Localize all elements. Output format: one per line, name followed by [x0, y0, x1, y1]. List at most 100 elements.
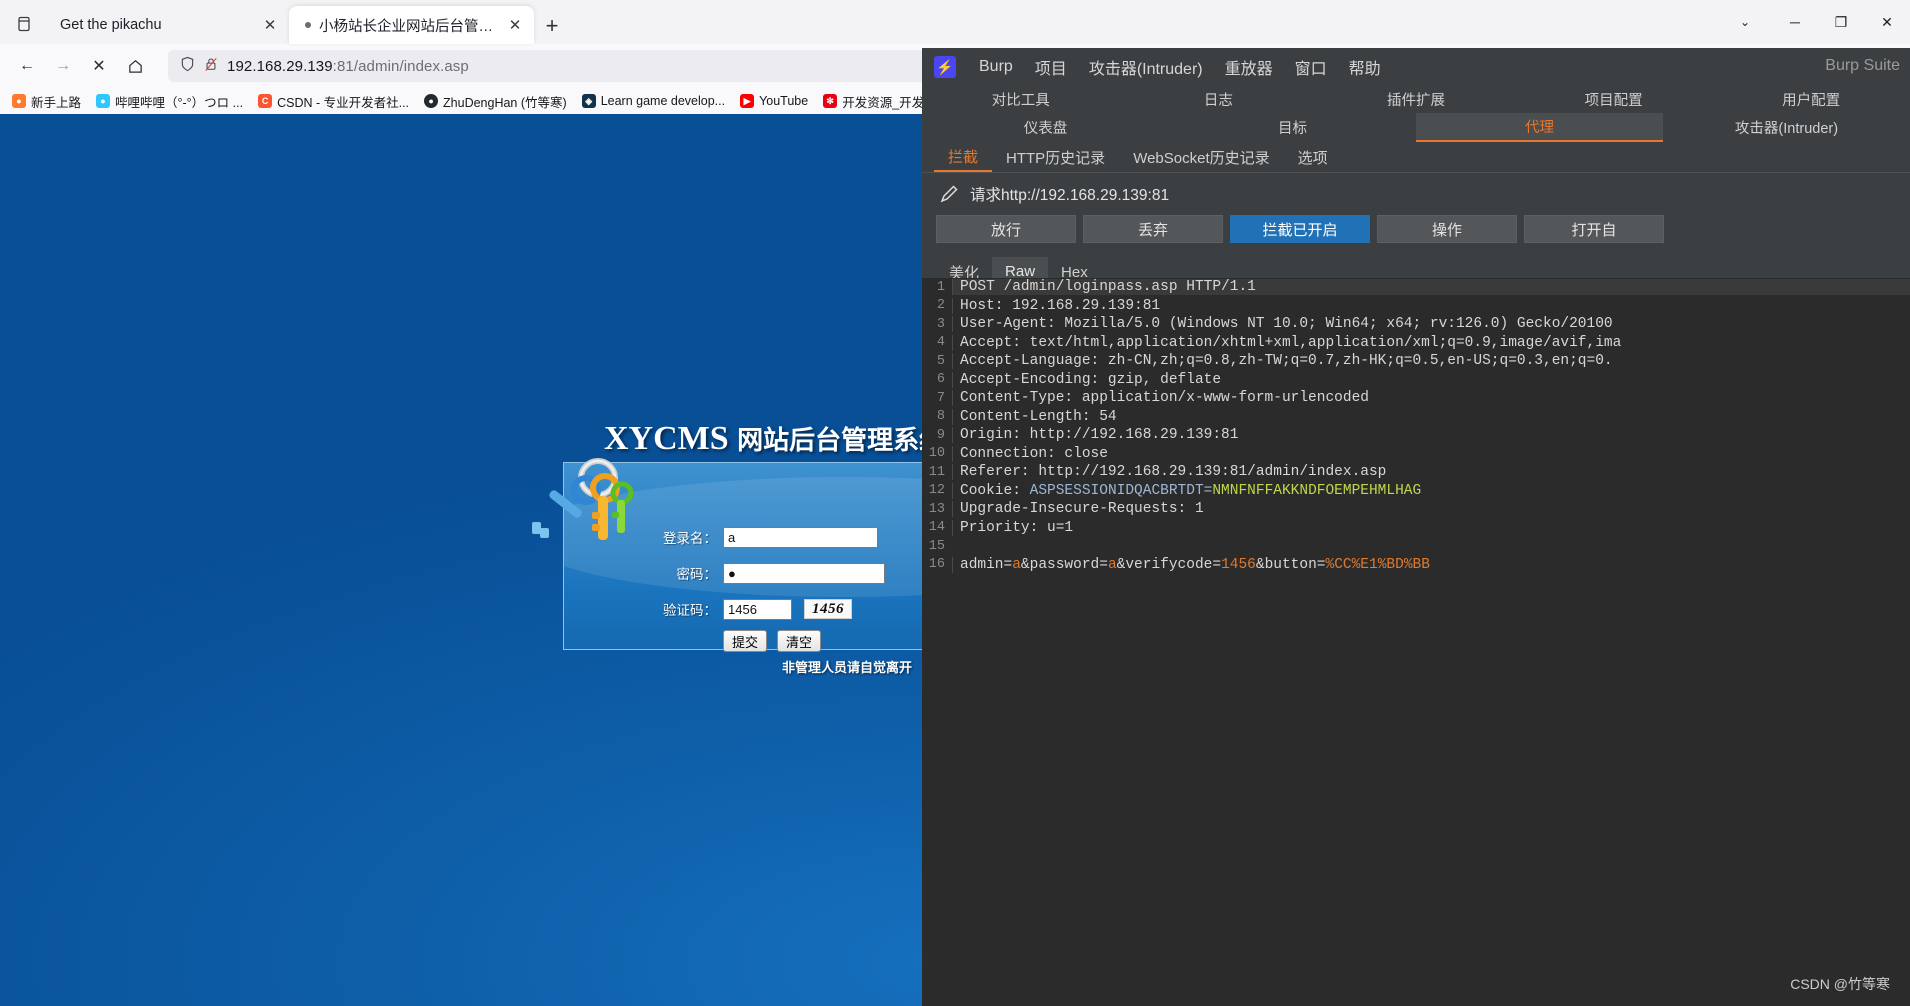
- shield-icon[interactable]: [180, 56, 195, 77]
- bookmark-item[interactable]: ◈ Learn game develop...: [576, 92, 731, 110]
- bookmark-favicon: ◈: [581, 94, 596, 108]
- bookmark-label: CSDN - 专业开发者社...: [277, 95, 410, 110]
- insecure-lock-icon[interactable]: [204, 56, 218, 77]
- subtab-http-history[interactable]: HTTP历史记录: [992, 142, 1119, 172]
- browser-tab-1[interactable]: Get the pikachu ✕: [44, 6, 289, 44]
- burp-logo-icon: ⚡: [934, 56, 956, 78]
- home-button[interactable]: [118, 49, 152, 83]
- request-line: 11 Referer: http://192.168.29.139:81/admi…: [922, 463, 1910, 482]
- close-window-button[interactable]: ✕: [1864, 0, 1910, 44]
- bookmark-item[interactable]: ✻ 开发资源_开发: [817, 90, 930, 113]
- captcha-image[interactable]: 1456: [804, 599, 852, 619]
- line-text: Content-Length: 54: [952, 408, 1910, 425]
- line-number: 11: [928, 464, 945, 480]
- menu-project[interactable]: 项目: [1024, 55, 1078, 79]
- request-line: 2 Host: 192.168.29.139:81: [922, 297, 1910, 316]
- open-browser-button[interactable]: 打开自: [1524, 215, 1664, 243]
- request-line: 13 Upgrade-Insecure-Requests: 1: [922, 500, 1910, 519]
- proxy-sub-tabs: 拦截 HTTP历史记录 WebSocket历史记录 选项: [922, 142, 1910, 173]
- drop-button[interactable]: 丢弃: [1083, 215, 1223, 243]
- close-icon[interactable]: ✕: [261, 16, 279, 34]
- line-text: Content-Type: application/x-www-form-url…: [952, 390, 1910, 407]
- bookmark-favicon: ✻: [823, 94, 838, 108]
- request-line: 15: [922, 537, 1910, 556]
- line-number: 12: [928, 483, 945, 499]
- request-line: 3 User-Agent: Mozilla/5.0 (Windows NT 10.…: [922, 315, 1910, 334]
- login-name-input[interactable]: a: [723, 526, 878, 548]
- tool-comparer[interactable]: 对比工具: [922, 89, 1120, 110]
- body-param-value: 1456: [1221, 556, 1256, 573]
- bookmark-favicon: ▶: [740, 94, 755, 108]
- tab-target[interactable]: 目标: [1169, 113, 1416, 142]
- menu-burp[interactable]: Burp: [968, 58, 1024, 76]
- login-name-label: 登录名：: [663, 531, 717, 546]
- subtab-intercept[interactable]: 拦截: [934, 142, 993, 172]
- line-number: 9: [936, 427, 945, 443]
- tab-strip: Get the pikachu ✕ 小杨站长企业网站后台管理系统 ✕ + ⌄ ─…: [0, 0, 1910, 44]
- back-button[interactable]: ←: [10, 49, 44, 83]
- tool-logger[interactable]: 日志: [1120, 89, 1318, 110]
- password-input[interactable]: ●: [723, 562, 885, 584]
- request-line: 5 Accept-Language: zh-CN,zh;q=0.8,zh-TW;q…: [922, 352, 1910, 371]
- verifycode-row: 验证码： 1456 1456: [655, 594, 885, 624]
- line-number: 8: [936, 409, 945, 425]
- line-number: 4: [936, 335, 945, 351]
- bookmark-item[interactable]: ● ZhuDengHan (竹等寒): [418, 90, 573, 113]
- bookmark-favicon: ●: [96, 94, 111, 108]
- tab-proxy[interactable]: 代理: [1416, 113, 1663, 142]
- browser-tab-2[interactable]: 小杨站长企业网站后台管理系统 ✕: [289, 6, 534, 44]
- request-editor[interactable]: 1 POST /admin/loginpass.asp HTTP/1.1 2 Hos…: [922, 278, 1910, 828]
- forward-button[interactable]: 放行: [936, 215, 1076, 243]
- line-number: 5: [936, 353, 945, 369]
- tool-user-options[interactable]: 用户配置: [1712, 89, 1910, 110]
- request-line: 8 Content-Length: 54: [922, 408, 1910, 427]
- line-text: Connection: close: [952, 445, 1910, 462]
- bookmark-item[interactable]: C CSDN - 专业开发者社...: [252, 90, 415, 113]
- action-button[interactable]: 操作: [1377, 215, 1517, 243]
- request-line-body: 16 admin=a&password=a&verifycode=1456&but…: [922, 556, 1910, 575]
- menu-repeater[interactable]: 重放器: [1214, 55, 1284, 79]
- body-param-value: %CC%E1%BD%BB: [1325, 556, 1430, 573]
- forward-button[interactable]: →: [46, 49, 80, 83]
- bookmark-item[interactable]: ● 哔哩哔哩（°-°）つロ ...: [90, 90, 249, 113]
- subtab-options[interactable]: 选项: [1284, 142, 1342, 172]
- subtab-websocket-history[interactable]: WebSocket历史记录: [1119, 142, 1283, 172]
- request-line: 9 Origin: http://192.168.29.139:81: [922, 426, 1910, 445]
- minimize-button[interactable]: ─: [1772, 0, 1818, 44]
- line-number: 14: [928, 520, 945, 536]
- tab-intruder[interactable]: 攻击器(Intruder): [1663, 113, 1910, 142]
- body-param-key: admin=: [960, 556, 1013, 573]
- tool-extensions[interactable]: 插件扩展: [1317, 89, 1515, 110]
- clear-button[interactable]: 清空: [777, 630, 822, 652]
- bookmark-item[interactable]: ▶ YouTube: [734, 92, 814, 110]
- line-text: Upgrade-Insecure-Requests: 1: [952, 501, 1910, 518]
- intercept-toggle-button[interactable]: 拦截已开启: [1230, 215, 1370, 243]
- line-number: 7: [936, 390, 945, 406]
- tool-project-options[interactable]: 项目配置: [1515, 89, 1713, 110]
- stop-button[interactable]: ✕: [82, 49, 116, 83]
- submit-button[interactable]: 提交: [723, 630, 768, 652]
- line-text: admin=a&password=a&verifycode=1456&butto…: [952, 556, 1910, 573]
- menu-intruder[interactable]: 攻击器(Intruder): [1078, 55, 1214, 79]
- line-text: Referer: http://192.168.29.139:81/admin/…: [952, 464, 1910, 481]
- line-text: Accept-Language: zh-CN,zh;q=0.8,zh-TW;q=…: [952, 353, 1910, 370]
- bookmark-item[interactable]: ● 新手上路: [6, 90, 87, 113]
- password-label: 密码：: [676, 567, 718, 582]
- intercept-action-buttons: 放行 丢弃 拦截已开启 操作 打开自: [922, 215, 1910, 247]
- login-name-row: 登录名： a: [655, 522, 885, 552]
- tab-list-icon[interactable]: [4, 4, 44, 44]
- password-row: 密码： ●: [655, 558, 885, 588]
- new-tab-button[interactable]: +: [534, 8, 570, 44]
- menu-help[interactable]: 帮助: [1338, 55, 1392, 79]
- verifycode-input[interactable]: 1456: [723, 598, 792, 620]
- burp-menu-bar: ⚡ Burp 项目 攻击器(Intruder) 重放器 窗口 帮助 Burp S…: [922, 48, 1910, 86]
- close-icon[interactable]: ✕: [506, 16, 524, 34]
- burp-bottom-panel: CSDN @竹等寒: [922, 828, 1910, 1006]
- tab-dashboard[interactable]: 仪表盘: [922, 113, 1169, 142]
- line-number: 13: [928, 501, 945, 517]
- request-line-cookie: 12 Cookie: ASPSESSIONIDQACBRTDT=NMNFNFFAK…: [922, 482, 1910, 501]
- menu-window[interactable]: 窗口: [1284, 55, 1338, 79]
- tab-overflow-chevron-icon[interactable]: ⌄: [1718, 0, 1772, 44]
- keys-icon: [532, 458, 634, 540]
- maximize-button[interactable]: ❐: [1818, 0, 1864, 44]
